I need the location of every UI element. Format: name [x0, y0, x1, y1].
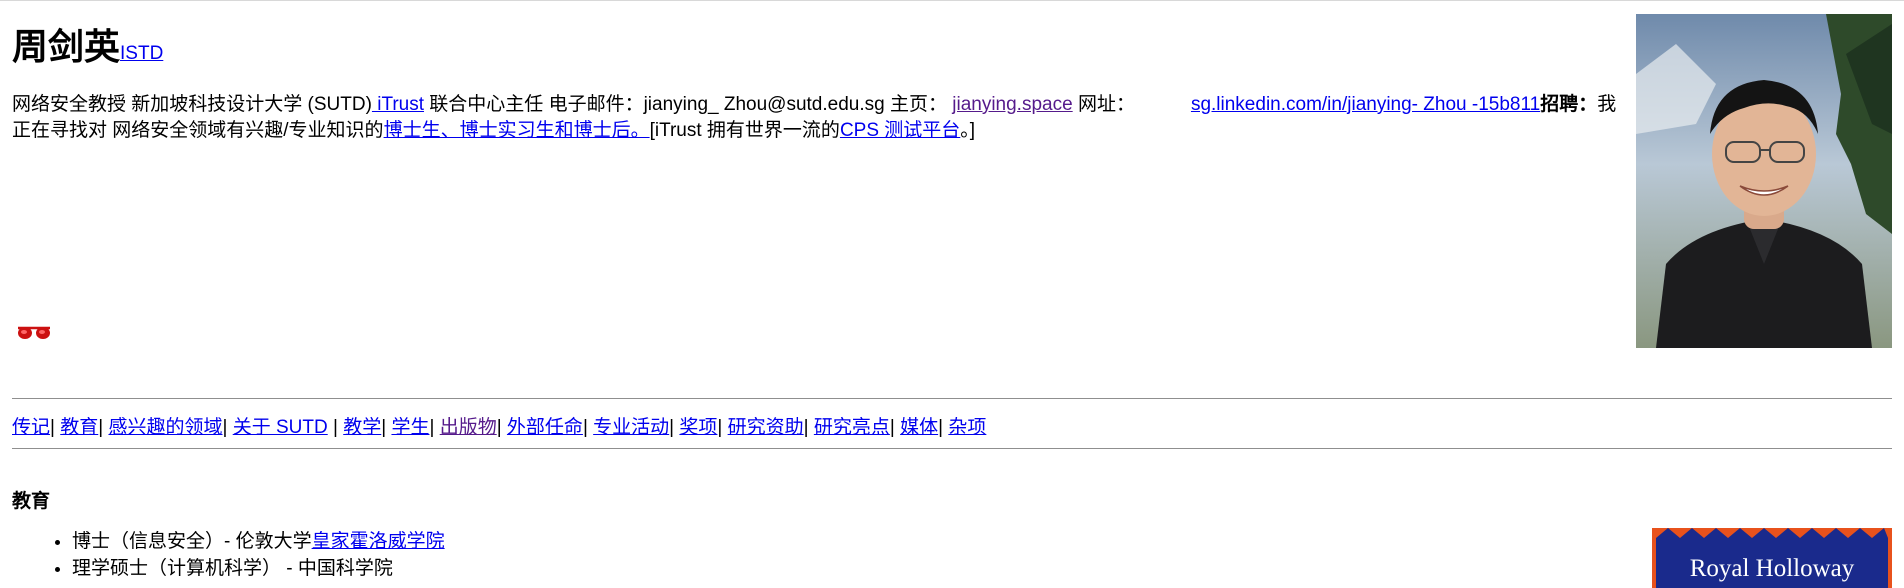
page-title: 周剑英 [12, 26, 121, 67]
dept-link-istd[interactable]: ISTD [120, 43, 163, 64]
role-and-email: 联合中心主任 电子邮件：jianying_ Zhou@sutd.edu.sg 主… [424, 94, 947, 115]
nav-separator: | [333, 417, 338, 438]
nav-item-about-sutd[interactable]: 关于 SUTD [233, 417, 328, 438]
nav-item-grants[interactable]: 研究资助 [728, 417, 804, 438]
section-heading-education: 教育 [12, 491, 51, 512]
itrust-end: 。] [960, 120, 976, 141]
recruit-link[interactable]: 博士生、博士实习生和博士后。 [384, 120, 650, 141]
royal-holloway-logo-art: Royal Holloway [1652, 528, 1892, 588]
profile-photo-art [1636, 14, 1892, 348]
section-nav: 传记| 教育| 感兴趣的领域| 关于 SUTD | 教学| 学生| 出版物| 外… [12, 412, 986, 439]
nav-item-appointments[interactable]: 外部任命 [507, 417, 583, 438]
royal-holloway-logo[interactable]: Royal Holloway [1652, 528, 1892, 588]
nav-item-publications[interactable]: 出版物 [440, 417, 497, 438]
nav-item-media[interactable]: 媒体 [900, 417, 938, 438]
nav-separator: | [381, 417, 387, 438]
education-list: 博士（信息安全）- 伦敦大学皇家霍洛威学院 理学硕士（计算机科学） - 中国科学… [48, 528, 445, 582]
nav-separator: | [803, 417, 809, 438]
nav-item-teaching[interactable]: 教学 [343, 417, 381, 438]
logo-text: Royal Holloway [1690, 555, 1855, 582]
nav-item-misc[interactable]: 杂项 [948, 417, 986, 438]
nav-separator: | [582, 417, 588, 438]
web-label: 网址： [1072, 94, 1135, 115]
nav-separator: | [889, 417, 895, 438]
education-phd: 博士（信息安全）- 伦敦大学 [72, 531, 312, 552]
homepage-link[interactable]: jianying.space [952, 94, 1072, 115]
nav-separator: | [496, 417, 502, 438]
divider-top [12, 398, 1892, 399]
royal-holloway-link[interactable]: 皇家霍洛威学院 [312, 531, 445, 552]
nav-separator: | [222, 417, 228, 438]
itrust-link[interactable]: iTrust [372, 94, 424, 115]
nav-item-highlights[interactable]: 研究亮点 [814, 417, 890, 438]
profile-photo [1636, 14, 1892, 348]
nav-separator: | [98, 417, 104, 438]
page-header: 周剑英ISTD [12, 18, 163, 70]
itrust-text: [iTrust 拥有世界一流的 [649, 120, 840, 141]
sunglasses-icon [16, 322, 52, 342]
nav-separator: | [429, 417, 435, 438]
nav-separator: | [717, 417, 723, 438]
top-border [0, 0, 1904, 1]
cps-testbed-link[interactable]: CPS 测试平台 [840, 120, 960, 141]
nav-separator: | [50, 417, 55, 438]
list-item: 理学硕士（计算机科学） - 中国科学院 [72, 555, 445, 582]
nav-item-bio[interactable]: 传记 [12, 417, 50, 438]
recruit-label: 招聘： [1540, 94, 1598, 115]
divider-bottom [12, 448, 1892, 449]
sunglasses-icon-svg [18, 326, 50, 339]
nav-item-professional[interactable]: 专业活动 [593, 417, 669, 438]
education-msc: 理学硕士（计算机科学） - 中国科学院 [72, 558, 393, 579]
list-item: 博士（信息安全）- 伦敦大学皇家霍洛威学院 [72, 528, 445, 555]
nav-item-students[interactable]: 学生 [391, 417, 429, 438]
nav-item-interests[interactable]: 感兴趣的领域 [108, 417, 222, 438]
nav-separator: | [938, 417, 944, 438]
job-title: 网络安全教授 新加坡科技设计大学 (SUTD) [12, 94, 372, 115]
nav-separator: | [669, 417, 675, 438]
intro-paragraph: 网络安全教授 新加坡科技设计大学 (SUTD) iTrust 联合中心主任 电子… [12, 92, 1622, 144]
linkedin-link[interactable]: sg.linkedin.com/in/jianying- Zhou -15b81… [1191, 94, 1540, 115]
nav-item-education[interactable]: 教育 [60, 417, 98, 438]
nav-item-awards[interactable]: 奖项 [679, 417, 717, 438]
